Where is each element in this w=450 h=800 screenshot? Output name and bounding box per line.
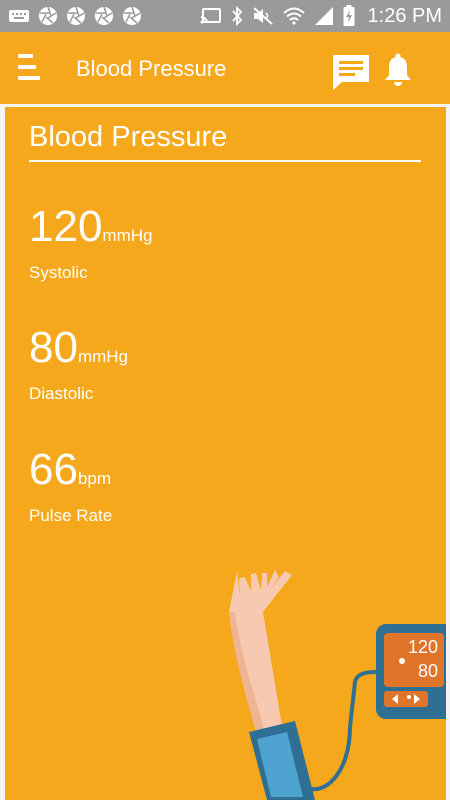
monitor-diastolic-text: 80 <box>418 661 438 681</box>
mute-icon <box>252 6 274 26</box>
bell-icon <box>385 53 411 86</box>
blood-pressure-monitor-illustration: 120 80 <box>229 570 446 800</box>
blood-pressure-card: Blood Pressure 120mmHg Systolic 80mmHg D… <box>5 107 446 800</box>
app-bar: Blood Pressure <box>0 32 450 104</box>
aperture-icon <box>94 6 114 26</box>
menu-icon <box>18 54 33 58</box>
menu-button[interactable] <box>18 54 42 82</box>
keyboard-icon <box>8 8 30 24</box>
app-title: Blood Pressure <box>76 56 227 81</box>
notifications-button[interactable] <box>381 52 415 88</box>
aperture-icon <box>38 6 58 26</box>
status-bar: 1:26 PM <box>0 0 450 32</box>
battery-charging-icon <box>343 5 355 27</box>
wifi-icon <box>282 7 305 25</box>
cast-icon <box>200 7 222 25</box>
cuff-illustration <box>249 721 315 800</box>
status-time: 1:26 PM <box>367 4 442 27</box>
bp-monitor-device: 120 80 <box>376 624 446 719</box>
chat-icon <box>333 55 369 90</box>
arm-illustration <box>229 570 292 737</box>
menu-icon <box>18 65 36 69</box>
signal-icon <box>314 6 334 26</box>
aperture-icon <box>122 6 142 26</box>
monitor-systolic-text: 120 <box>408 637 438 657</box>
aperture-icon <box>66 6 86 26</box>
messages-button[interactable] <box>330 52 372 92</box>
menu-icon <box>18 76 40 80</box>
bluetooth-icon <box>231 6 243 26</box>
